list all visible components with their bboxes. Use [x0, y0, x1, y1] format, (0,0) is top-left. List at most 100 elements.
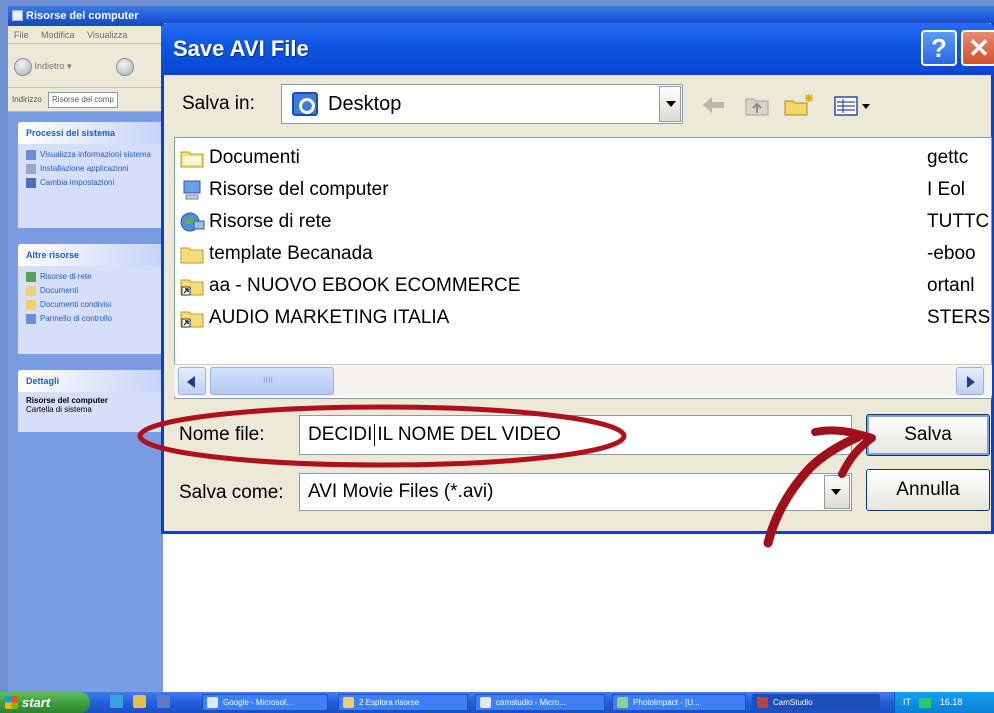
- background-menubar: File Modifica Visualizza: [8, 26, 163, 44]
- folder-icon: [26, 300, 36, 310]
- scroll-thumb[interactable]: [210, 367, 334, 395]
- close-button[interactable]: ✕: [961, 30, 994, 66]
- filename-label: Nome file:: [179, 424, 265, 445]
- details-name: Risorse del computer: [26, 396, 108, 405]
- menu-visualizza[interactable]: Visualizza: [87, 30, 127, 40]
- browser-icon: [207, 697, 218, 708]
- dialog-titlebar[interactable]: Save AVI File ? ✕: [161, 23, 994, 75]
- menu-modifica[interactable]: Modifica: [41, 30, 75, 40]
- quick-launch: [110, 695, 176, 710]
- computer-icon: [183, 180, 201, 200]
- media-icon[interactable]: [133, 695, 147, 708]
- help-button[interactable]: ?: [921, 30, 957, 66]
- install-icon: [26, 164, 36, 174]
- savetype-value: AVI Movie Files (*.avi): [308, 481, 494, 502]
- panel-link[interactable]: Visualizza informazioni sistema: [18, 148, 163, 162]
- save-in-value: Desktop: [328, 93, 402, 115]
- panel-link[interactable]: Documenti: [18, 284, 163, 298]
- tray-language[interactable]: IT: [903, 697, 911, 707]
- panel-title[interactable]: Processi del sistema: [18, 122, 163, 144]
- chevron-down-icon[interactable]: [824, 475, 850, 509]
- panel-title[interactable]: Altre risorse: [18, 244, 163, 266]
- windows-logo-icon: [5, 696, 18, 709]
- network-icon: [26, 272, 36, 282]
- view-menu-icon[interactable]: [833, 93, 873, 117]
- task-camstudio-doc[interactable]: camstudio - Micro...: [475, 694, 605, 711]
- savetype-dropdown[interactable]: AVI Movie Files (*.avi): [299, 473, 852, 511]
- details-type: Cartella di sistema: [26, 405, 92, 414]
- background-window-title: Risorse del computer: [26, 10, 139, 22]
- panel-dettagli: Dettagli Risorse del computer Cartella d…: [18, 370, 163, 432]
- list-item[interactable]: template Becanada: [179, 240, 373, 268]
- back-arrow-icon: [14, 57, 32, 76]
- list-item-col2[interactable]: -eboo: [927, 240, 976, 268]
- panel-link[interactable]: Installazione applicazioni: [18, 162, 163, 176]
- forward-arrow-icon: [116, 57, 134, 76]
- save-button[interactable]: Salva: [866, 414, 990, 456]
- filename-input[interactable]: DECIDI IL NOME DEL VIDEO: [299, 415, 852, 455]
- desktop-icon[interactable]: [156, 695, 170, 708]
- task-photoimpact[interactable]: PhotoImpact - [U...: [612, 694, 746, 711]
- scroll-right-icon[interactable]: [956, 367, 984, 395]
- start-button[interactable]: start: [0, 692, 90, 713]
- control-panel-icon: [26, 314, 36, 324]
- save-in-dropdown[interactable]: Desktop: [281, 84, 683, 124]
- new-folder-icon[interactable]: [783, 93, 815, 117]
- forward-button[interactable]: [116, 56, 134, 76]
- close-icon: ✕: [968, 33, 990, 63]
- ie-icon[interactable]: [110, 695, 123, 708]
- list-item-col2[interactable]: STERS: [927, 304, 990, 332]
- list-item-col2[interactable]: gettc: [927, 144, 968, 172]
- list-item[interactable]: Risorse del computer: [179, 176, 389, 204]
- list-item[interactable]: Risorse di rete: [179, 208, 332, 236]
- panel-title[interactable]: Dettagli: [18, 370, 163, 392]
- info-icon: [26, 150, 36, 160]
- list-item-col2[interactable]: ortanl: [927, 272, 975, 300]
- list-item-col2[interactable]: I Eol: [927, 176, 965, 204]
- menu-file[interactable]: File: [14, 30, 29, 40]
- photo-icon: [617, 697, 628, 708]
- panel-link[interactable]: Risorse di rete: [18, 270, 163, 284]
- address-bar: Indirizzo Risorse del comp: [8, 88, 163, 112]
- system-tray: IT 16.18: [894, 692, 994, 713]
- dialog-title: Save AVI File: [173, 36, 309, 61]
- list-item[interactable]: Documenti: [179, 144, 300, 172]
- folder-icon: [180, 151, 204, 168]
- address-input[interactable]: Risorse del comp: [48, 92, 118, 108]
- computer-icon: [12, 10, 23, 21]
- folder-shortcut-icon: [180, 279, 204, 296]
- folder-icon: [26, 286, 36, 296]
- task-pane: Processi del sistema Visualizza informaz…: [8, 112, 163, 692]
- scroll-left-icon[interactable]: [178, 367, 206, 395]
- panel-link[interactable]: Documenti condivisi: [18, 298, 163, 312]
- settings-icon: [26, 178, 36, 188]
- desktop-icon: [292, 92, 318, 116]
- file-list[interactable]: Documenti Risorse del computer Risorse d…: [174, 137, 992, 399]
- folder-icon: [343, 697, 354, 708]
- back-arrow-icon[interactable]: [700, 93, 726, 117]
- task-google[interactable]: Google - Microsof...: [202, 694, 328, 711]
- folder-shortcut-icon: [180, 311, 204, 328]
- list-item[interactable]: aa - NUOVO EBOOK ECOMMERCE: [179, 272, 520, 300]
- up-folder-icon[interactable]: [744, 93, 770, 117]
- back-button[interactable]: Indietro ▾: [14, 56, 72, 76]
- background-toolbar: Indietro ▾: [8, 44, 163, 88]
- tray-app-icon[interactable]: [919, 697, 932, 708]
- save-in-label: Salva in:: [182, 93, 255, 114]
- text-caret: [374, 423, 376, 446]
- panel-link[interactable]: Pannello di controllo: [18, 312, 163, 326]
- cancel-button[interactable]: Annulla: [866, 469, 990, 511]
- help-icon: ?: [931, 33, 947, 63]
- list-item-col2[interactable]: TUTTC: [927, 208, 989, 236]
- panel-link[interactable]: Cambia impostazioni: [18, 176, 163, 190]
- background-content-area: [163, 534, 994, 692]
- document-icon: [480, 697, 491, 708]
- panel-altre-risorse: Altre risorse Risorse di rete Documenti …: [18, 244, 163, 354]
- task-explorer[interactable]: 2 Esplora risorse: [338, 694, 468, 711]
- list-item[interactable]: AUDIO MARKETING ITALIA: [179, 304, 449, 332]
- chevron-down-icon[interactable]: [659, 86, 681, 122]
- panel-processi: Processi del sistema Visualizza informaz…: [18, 122, 163, 228]
- horizontal-scrollbar[interactable]: [174, 364, 992, 396]
- task-camstudio[interactable]: CamStudio: [752, 694, 880, 711]
- tray-clock: 16.18: [939, 697, 963, 707]
